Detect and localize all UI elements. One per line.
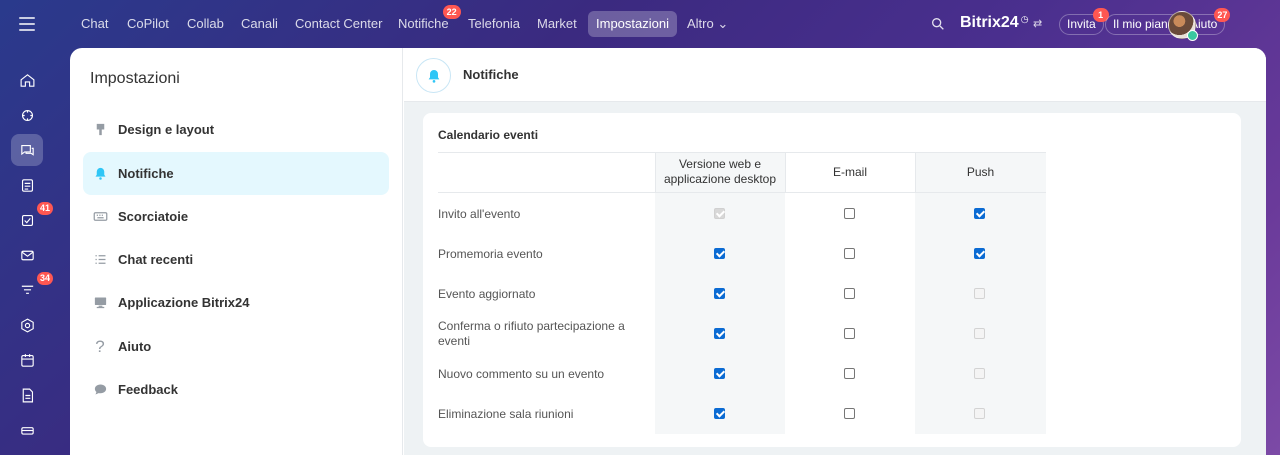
- nav-contact-center[interactable]: Contact Center: [287, 11, 390, 37]
- sidebar-item-label: Aiuto: [118, 339, 152, 354]
- sidebar-item-aiuto[interactable]: ? Aiuto: [83, 325, 389, 368]
- top-navigation: Chat CoPilot Collab Canali Contact Cente…: [70, 0, 1280, 48]
- settings-toggle-icon[interactable]: ⇄: [1033, 18, 1042, 30]
- row-label: Nuovo commento su un evento: [438, 367, 605, 381]
- brand-logo[interactable]: Bitrix24 ◷ ⇄: [960, 14, 1042, 32]
- web-checkbox[interactable]: [714, 328, 725, 339]
- sidebar-item-scorciatoie[interactable]: Scorciatoie: [83, 195, 389, 238]
- sidebar-item-label: Applicazione Bitrix24: [118, 295, 250, 310]
- email-checkbox[interactable]: [844, 288, 855, 299]
- feed-icon[interactable]: [11, 169, 43, 201]
- web-checkbox[interactable]: [714, 288, 725, 299]
- nav-notifiche-label: Notifiche: [398, 16, 449, 31]
- nav-copilot[interactable]: CoPilot: [119, 11, 177, 37]
- calendar-events-card: Calendario eventi Versione web e applica…: [423, 113, 1241, 447]
- web-checkbox[interactable]: [714, 368, 725, 379]
- sidebar-item-label: Notifiche: [118, 166, 174, 181]
- nav-chat[interactable]: Chat: [73, 11, 116, 37]
- home-icon[interactable]: [11, 64, 43, 96]
- web-checkbox[interactable]: [714, 408, 725, 419]
- column-header-email: E-mail: [832, 164, 867, 179]
- calendar-icon[interactable]: [11, 344, 43, 376]
- settings-content: Notifiche Calendario eventi Versione web…: [404, 48, 1266, 455]
- email-checkbox[interactable]: [844, 248, 855, 259]
- crm-badge: 34: [37, 272, 54, 285]
- mail-icon[interactable]: [11, 239, 43, 271]
- page-title: Notifiche: [463, 67, 519, 82]
- tasks-badge: 41: [37, 202, 54, 215]
- push-checkbox: [974, 368, 985, 379]
- sidebar-item-label: Design e layout: [118, 122, 215, 137]
- email-checkbox[interactable]: [844, 368, 855, 379]
- nav-canali[interactable]: Canali: [233, 11, 286, 37]
- settings-sidebar: Impostazioni Design e layout Notifiche S…: [70, 48, 403, 455]
- settings-panel: Impostazioni Design e layout Notifiche S…: [70, 48, 1266, 455]
- nav-collab[interactable]: Collab: [179, 11, 232, 37]
- nav-impostazioni[interactable]: Impostazioni: [588, 11, 677, 37]
- brush-icon: [92, 122, 108, 138]
- sidebar-item-notifiche[interactable]: Notifiche: [83, 152, 389, 195]
- sidebar-item-chat-recenti[interactable]: Chat recenti: [83, 238, 389, 281]
- bell-icon: [416, 58, 451, 93]
- nav-telefonia[interactable]: Telefonia: [460, 11, 528, 37]
- chat-icon[interactable]: [11, 134, 43, 166]
- keyboard-icon: [92, 209, 108, 225]
- brand-name: Bitrix24: [960, 14, 1019, 31]
- monitor-icon: [92, 295, 108, 311]
- sidebar-item-applicazione[interactable]: Applicazione Bitrix24: [83, 281, 389, 324]
- clock-icon: ◷: [1020, 14, 1029, 24]
- question-icon: ?: [95, 336, 105, 356]
- nav-notifiche[interactable]: Notifiche 22: [390, 5, 461, 37]
- copilot-icon[interactable]: [11, 99, 43, 131]
- online-status-icon: [1187, 30, 1198, 41]
- sidebar-title: Impostazioni: [90, 70, 180, 87]
- search-icon[interactable]: [930, 16, 946, 32]
- push-checkbox[interactable]: [974, 208, 985, 219]
- notifications-badge: 22: [442, 5, 461, 19]
- divider: [438, 192, 1046, 193]
- help-badge: 27: [1214, 8, 1231, 22]
- documents-icon[interactable]: [11, 379, 43, 411]
- email-checkbox[interactable]: [844, 408, 855, 419]
- row-label: Invito all'evento: [438, 207, 521, 221]
- row-label: Eliminazione sala riunioni: [438, 407, 574, 421]
- nav-market[interactable]: Market: [529, 11, 585, 37]
- left-rail: 41 34: [0, 0, 56, 455]
- web-checkbox: [714, 208, 725, 219]
- row-label: Evento aggiornato: [438, 287, 536, 301]
- sidebar-item-label: Chat recenti: [118, 252, 194, 267]
- push-checkbox[interactable]: [974, 248, 985, 259]
- row-label: Conferma o rifiuto partecipazione a even…: [438, 319, 625, 348]
- email-checkbox[interactable]: [844, 328, 855, 339]
- column-header-web: Versione web e applicazione desktop: [663, 157, 777, 186]
- email-checkbox[interactable]: [844, 208, 855, 219]
- tasks-icon[interactable]: 41: [11, 202, 54, 236]
- sidebar-item-design[interactable]: Design e layout: [83, 108, 389, 151]
- push-checkbox: [974, 408, 985, 419]
- row-label: Promemoria evento: [438, 247, 543, 261]
- bell-icon: [92, 166, 108, 182]
- push-checkbox: [974, 328, 985, 339]
- speech-bubble-icon: [92, 382, 108, 398]
- push-checkbox: [974, 288, 985, 299]
- menu-icon[interactable]: [19, 17, 35, 35]
- column-header-push: Push: [966, 164, 995, 179]
- store-icon[interactable]: [11, 414, 43, 446]
- sidebar-item-label: Feedback: [118, 382, 178, 397]
- list-icon: [92, 252, 108, 268]
- content-header: Notifiche: [404, 48, 1266, 102]
- web-checkbox[interactable]: [714, 248, 725, 259]
- invite-button[interactable]: Invita 1: [1059, 8, 1109, 35]
- section-title: Calendario eventi: [438, 128, 539, 142]
- crm-icon[interactable]: 34: [11, 272, 54, 306]
- sites-icon[interactable]: [11, 309, 43, 341]
- sidebar-item-feedback[interactable]: Feedback: [83, 368, 389, 411]
- invite-label: Invita: [1067, 17, 1096, 31]
- nav-altro[interactable]: Altro ⌄: [679, 11, 736, 37]
- sidebar-item-label: Scorciatoie: [118, 209, 189, 224]
